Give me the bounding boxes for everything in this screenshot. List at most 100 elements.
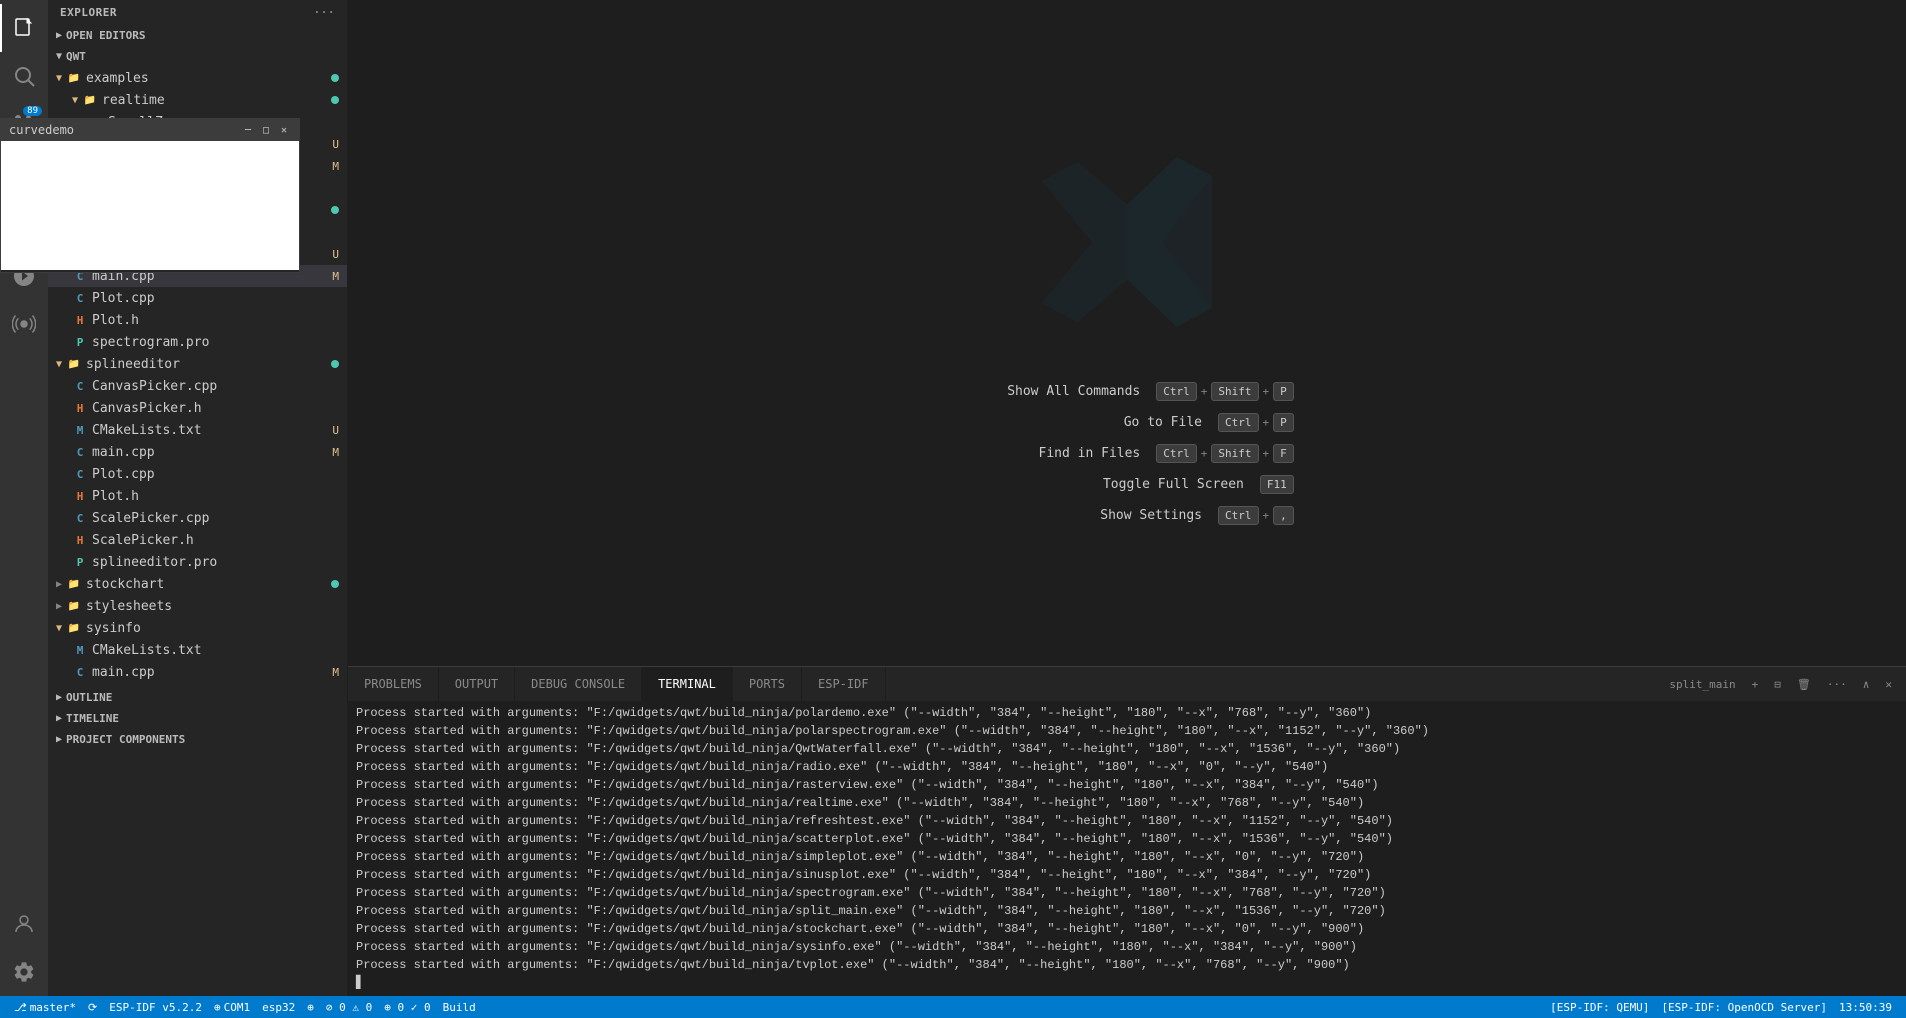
section-timeline[interactable]: ▶ TIMELINE <box>48 708 347 729</box>
terminal-line: Process started with arguments: "F:/qwid… <box>356 938 1898 956</box>
file-plot-h-spec[interactable]: H Plot.h <box>48 309 347 331</box>
folder-examples[interactable]: ▼ 📁 examples <box>48 67 347 89</box>
file-plot-h-spline[interactable]: H Plot.h <box>48 485 347 507</box>
sidebar-more-icon[interactable]: ··· <box>314 6 335 19</box>
activity-broadcast[interactable] <box>0 300 48 348</box>
status-git-branch[interactable]: ⎇ master* <box>8 996 82 1018</box>
shortcut-keys-all-commands: Ctrl + Shift + P <box>1156 382 1294 401</box>
file-cmakelists-spline[interactable]: M CMakeLists.txt U <box>48 419 347 441</box>
shortcut-settings: Show Settings Ctrl + , <box>1022 506 1294 525</box>
folder-realtime[interactable]: ▼ 📁 realtime <box>48 89 347 111</box>
status-bar: ⎇ master* ⟳ ESP-IDF v5.2.2 ⊕ COM1 esp32 … <box>0 996 1906 1018</box>
examples-dot <box>331 74 339 82</box>
stockchart-chevron: ▶ <box>56 579 62 590</box>
main-cpp-badge-1: M <box>332 160 339 173</box>
tab-debug-console[interactable]: DEBUG CONSOLE <box>515 667 642 701</box>
cmake-badge-1: U <box>332 138 339 151</box>
qwt-chevron: ▼ <box>56 51 62 62</box>
activity-search[interactable] <box>0 52 48 100</box>
realtime-dot <box>331 96 339 104</box>
file-splineeditor-pro[interactable]: P splineeditor.pro <box>48 551 347 573</box>
close-button[interactable]: ✕ <box>277 123 291 137</box>
terminal-line: Process started with arguments: "F:/qwid… <box>356 776 1898 794</box>
tab-esp-idf[interactable]: ESP-IDF <box>802 667 886 701</box>
examples-chevron: ▼ <box>56 73 62 84</box>
file-main-cpp-sysinfo[interactable]: C main.cpp M <box>48 661 347 683</box>
section-open-editors[interactable]: ▶ OPEN EDITORS <box>48 25 347 46</box>
file-scalepicker-h[interactable]: H ScalePicker.h <box>48 529 347 551</box>
main-cpp-icon-spline: C <box>72 444 88 460</box>
delete-terminal-button[interactable]: 🗑 <box>1791 676 1817 693</box>
status-info[interactable]: ⊕ 0 ✓ 0 <box>378 996 436 1018</box>
maximize-button[interactable]: □ <box>259 123 273 137</box>
stockchart-folder-icon: 📁 <box>66 576 82 592</box>
terminal-line: Process started with arguments: "F:/qwid… <box>356 740 1898 758</box>
minimize-button[interactable]: ─ <box>241 123 255 137</box>
activity-account[interactable] <box>0 900 48 948</box>
folder-stockchart[interactable]: ▶ 📁 stockchart <box>48 573 347 595</box>
split-main-label: split_main <box>1663 676 1741 693</box>
folder-sysinfo[interactable]: ▼ 📁 sysinfo <box>48 617 347 639</box>
status-port[interactable]: ⊕ COM1 <box>208 996 256 1018</box>
status-sync[interactable]: ⟳ <box>82 996 103 1018</box>
vscode-logo <box>1027 142 1227 342</box>
terminal-line: Process started with arguments: "F:/qwid… <box>356 704 1898 722</box>
stylesheets-folder-icon: 📁 <box>66 598 82 614</box>
status-flash[interactable]: ⊕ <box>301 996 320 1018</box>
activity-files[interactable] <box>0 4 48 52</box>
section-outline[interactable]: ▶ OUTLINE <box>48 687 347 708</box>
file-plot-cpp-spec[interactable]: C Plot.cpp <box>48 287 347 309</box>
file-spectrogram-pro[interactable]: P spectrogram.pro <box>48 331 347 353</box>
main-cpp-icon-sysinfo: C <box>72 664 88 680</box>
split-terminal-button[interactable]: ⊟ <box>1768 676 1787 693</box>
folder-stylesheets[interactable]: ▶ 📁 stylesheets <box>48 595 347 617</box>
section-project-components[interactable]: ▶ PROJECT COMPONENTS <box>48 729 347 750</box>
floating-window-title[interactable]: curvedemo ─ □ ✕ <box>1 119 299 141</box>
scalepicker-cpp-icon: C <box>72 510 88 526</box>
activity-settings[interactable] <box>0 948 48 996</box>
stockchart-dot <box>331 580 339 588</box>
welcome-area: Show All Commands Ctrl + Shift + P Go to… <box>348 0 1906 666</box>
realtime-chevron: ▼ <box>72 95 78 106</box>
status-target[interactable]: esp32 <box>256 996 301 1018</box>
cmake-icon-spline: M <box>72 422 88 438</box>
floating-window-name: curvedemo <box>9 123 74 137</box>
status-build[interactable]: Build <box>437 996 482 1018</box>
status-time: 13:50:39 <box>1833 1001 1898 1014</box>
terminal-content[interactable]: Process started with arguments: "F:/qwid… <box>348 702 1906 996</box>
status-openocd[interactable]: [ESP-IDF: OpenOCD Server] <box>1655 1001 1833 1014</box>
collapse-terminal-button[interactable]: ∧ <box>1857 676 1876 693</box>
folder-splineeditor[interactable]: ▼ 📁 splineeditor <box>48 353 347 375</box>
terminal-line: Process started with arguments: "F:/qwid… <box>356 866 1898 884</box>
status-qemu[interactable]: [ESP-IDF: QEMU] <box>1544 1001 1655 1014</box>
canvaspicker-h-icon: H <box>72 400 88 416</box>
shortcut-find-files: Find in Files Ctrl + Shift + F <box>960 444 1294 463</box>
shortcut-keys-goto-file: Ctrl + P <box>1218 413 1294 432</box>
file-main-cpp-spline[interactable]: C main.cpp M <box>48 441 347 463</box>
more-terminal-button[interactable]: ··· <box>1821 676 1853 693</box>
status-errors[interactable]: ⊘ 0 ⚠ 0 <box>320 996 378 1018</box>
terminal-line: Process started with arguments: "F:/qwid… <box>356 884 1898 902</box>
tab-terminal[interactable]: TERMINAL <box>642 667 733 701</box>
tab-output[interactable]: OUTPUT <box>439 667 515 701</box>
file-cmakelists-sysinfo[interactable]: M CMakeLists.txt <box>48 639 347 661</box>
file-plot-cpp-spline[interactable]: C Plot.cpp <box>48 463 347 485</box>
file-scalepicker-cpp[interactable]: C ScalePicker.cpp <box>48 507 347 529</box>
tab-problems[interactable]: PROBLEMS <box>348 667 439 701</box>
tab-ports[interactable]: PORTS <box>733 667 802 701</box>
file-canvaspicker-h[interactable]: H CanvasPicker.h <box>48 397 347 419</box>
shortcut-goto-file: Go to File Ctrl + P <box>1022 413 1294 432</box>
shortcut-grid: Show All Commands Ctrl + Shift + P Go to… <box>960 382 1294 525</box>
stylesheets-chevron: ▶ <box>56 601 62 612</box>
terminal-line: Process started with arguments: "F:/qwid… <box>356 758 1898 776</box>
add-terminal-button[interactable]: + <box>1746 676 1765 693</box>
status-espidf-version[interactable]: ESP-IDF v5.2.2 <box>103 996 208 1018</box>
close-terminal-button[interactable]: ✕ <box>1879 676 1898 693</box>
splineeditor-chevron: ▼ <box>56 359 62 370</box>
project-components-chevron: ▶ <box>56 734 62 745</box>
section-qwt[interactable]: ▼ QWT <box>48 46 347 67</box>
spectrogram-pro-icon: P <box>72 334 88 350</box>
file-canvaspicker-cpp[interactable]: C CanvasPicker.cpp <box>48 375 347 397</box>
terminal-line: Process started with arguments: "F:/qwid… <box>356 956 1898 974</box>
sinusplot-dot <box>331 206 339 214</box>
